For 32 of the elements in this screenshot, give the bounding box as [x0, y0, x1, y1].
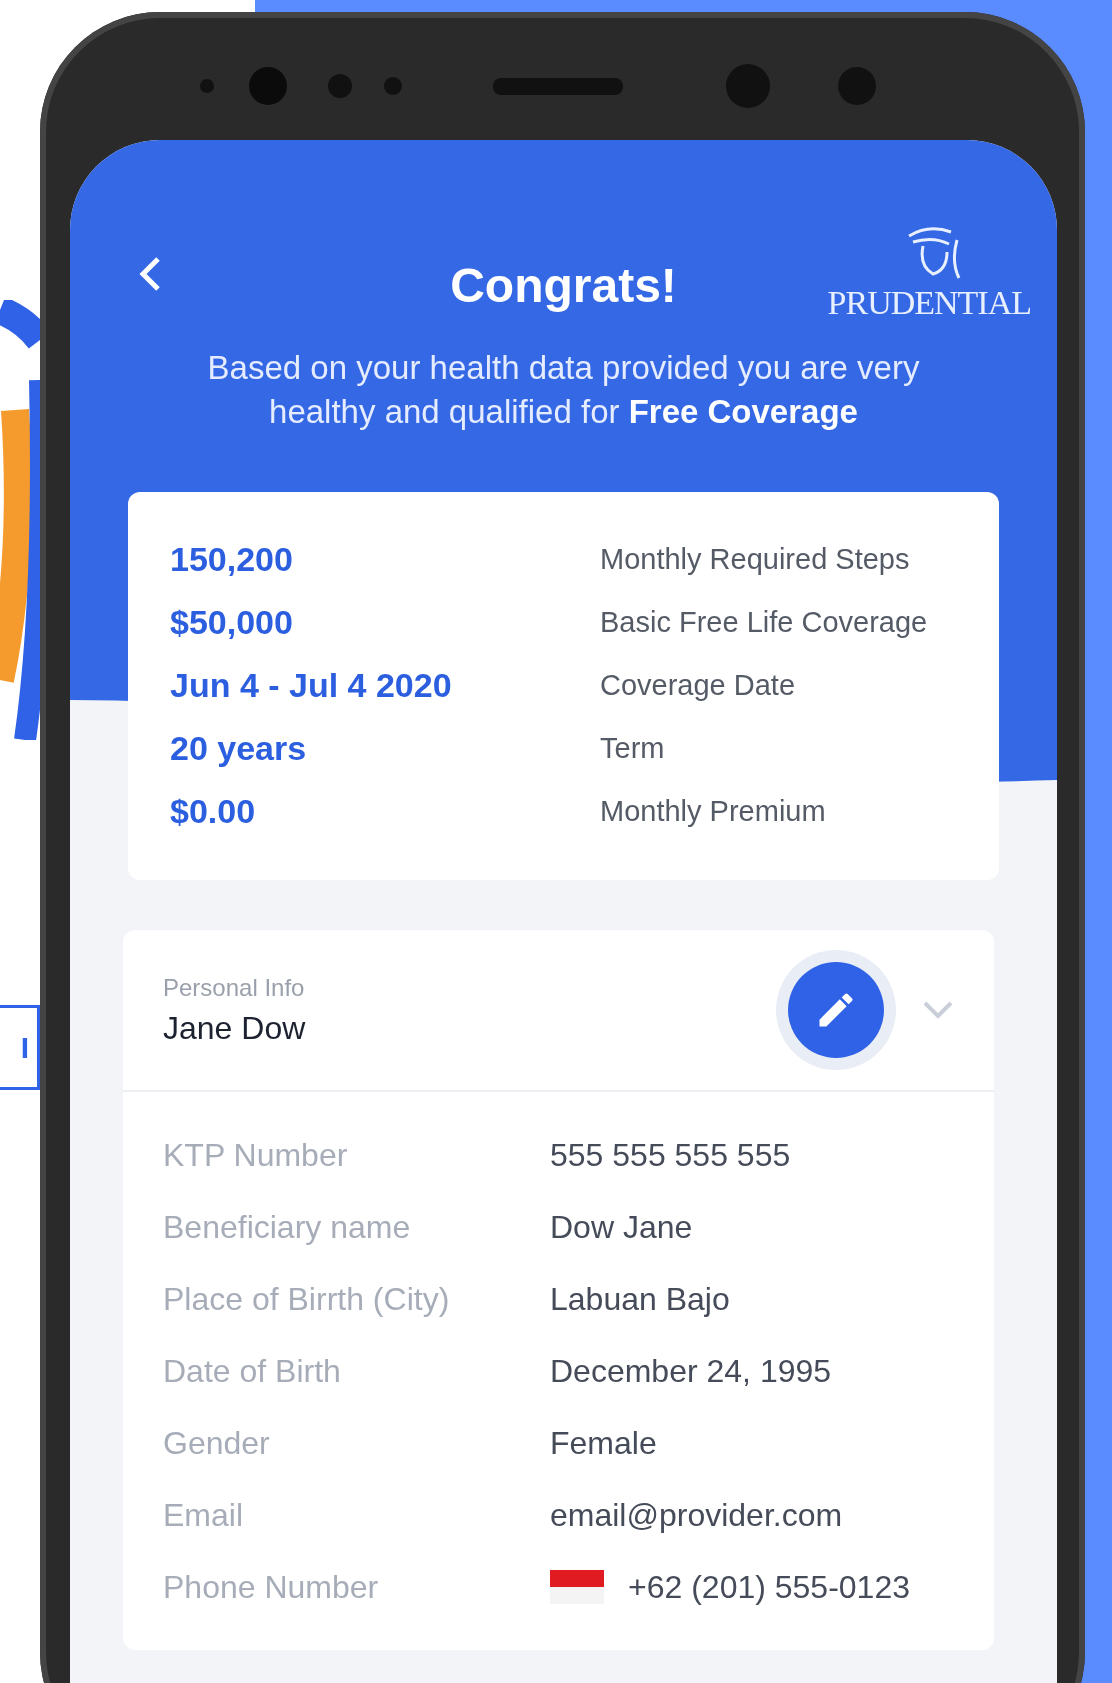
field-value: 555 555 555 555 [550, 1136, 792, 1175]
summary-value: 150,200 [170, 539, 294, 580]
subtitle-text: Based on your health data provided you are very healthy and qualified for Free Coverage [206, 348, 921, 432]
summary-label: Basic Free Life Coverage [600, 605, 929, 640]
field-value: Female [550, 1424, 658, 1463]
field-label: Phone Number [163, 1568, 380, 1607]
summary-value: Jun 4 - Jul 4 2020 [170, 665, 453, 706]
field-value: December 24, 1995 [550, 1352, 833, 1391]
person-name: Jane Dow [163, 1009, 307, 1047]
field-label: Date of Birth [163, 1352, 342, 1391]
summary-label: Monthly Premium [600, 794, 827, 829]
summary-label: Term [600, 731, 666, 766]
field-label: KTP Number [163, 1136, 349, 1175]
summary-value: $50,000 [170, 602, 294, 643]
field-label: Place of Birrth (City) [163, 1280, 451, 1319]
field-value: Labuan Bajo [550, 1280, 731, 1319]
summary-value: $0.00 [170, 791, 257, 832]
summary-label: Coverage Date [600, 668, 797, 703]
field-value: email@provider.com [550, 1496, 844, 1535]
screen-title: Congrats! [450, 257, 677, 313]
field-value: +62 (201) 555-0123 [628, 1568, 910, 1607]
outline-button[interactable]: I [0, 1005, 40, 1090]
summary-label: Monthly Required Steps [600, 542, 911, 577]
flag-icon [550, 1570, 604, 1604]
logo-text: PRUDENTIAL [827, 284, 1031, 322]
back-icon[interactable] [138, 255, 162, 293]
field-label: Beneficiary name [163, 1208, 412, 1247]
field-value: Dow Jane [550, 1208, 694, 1247]
section-label: Personal Info [163, 973, 306, 1002]
summary-value: 20 years [170, 728, 308, 769]
field-label: Email [163, 1496, 244, 1535]
field-label: Gender [163, 1424, 271, 1463]
